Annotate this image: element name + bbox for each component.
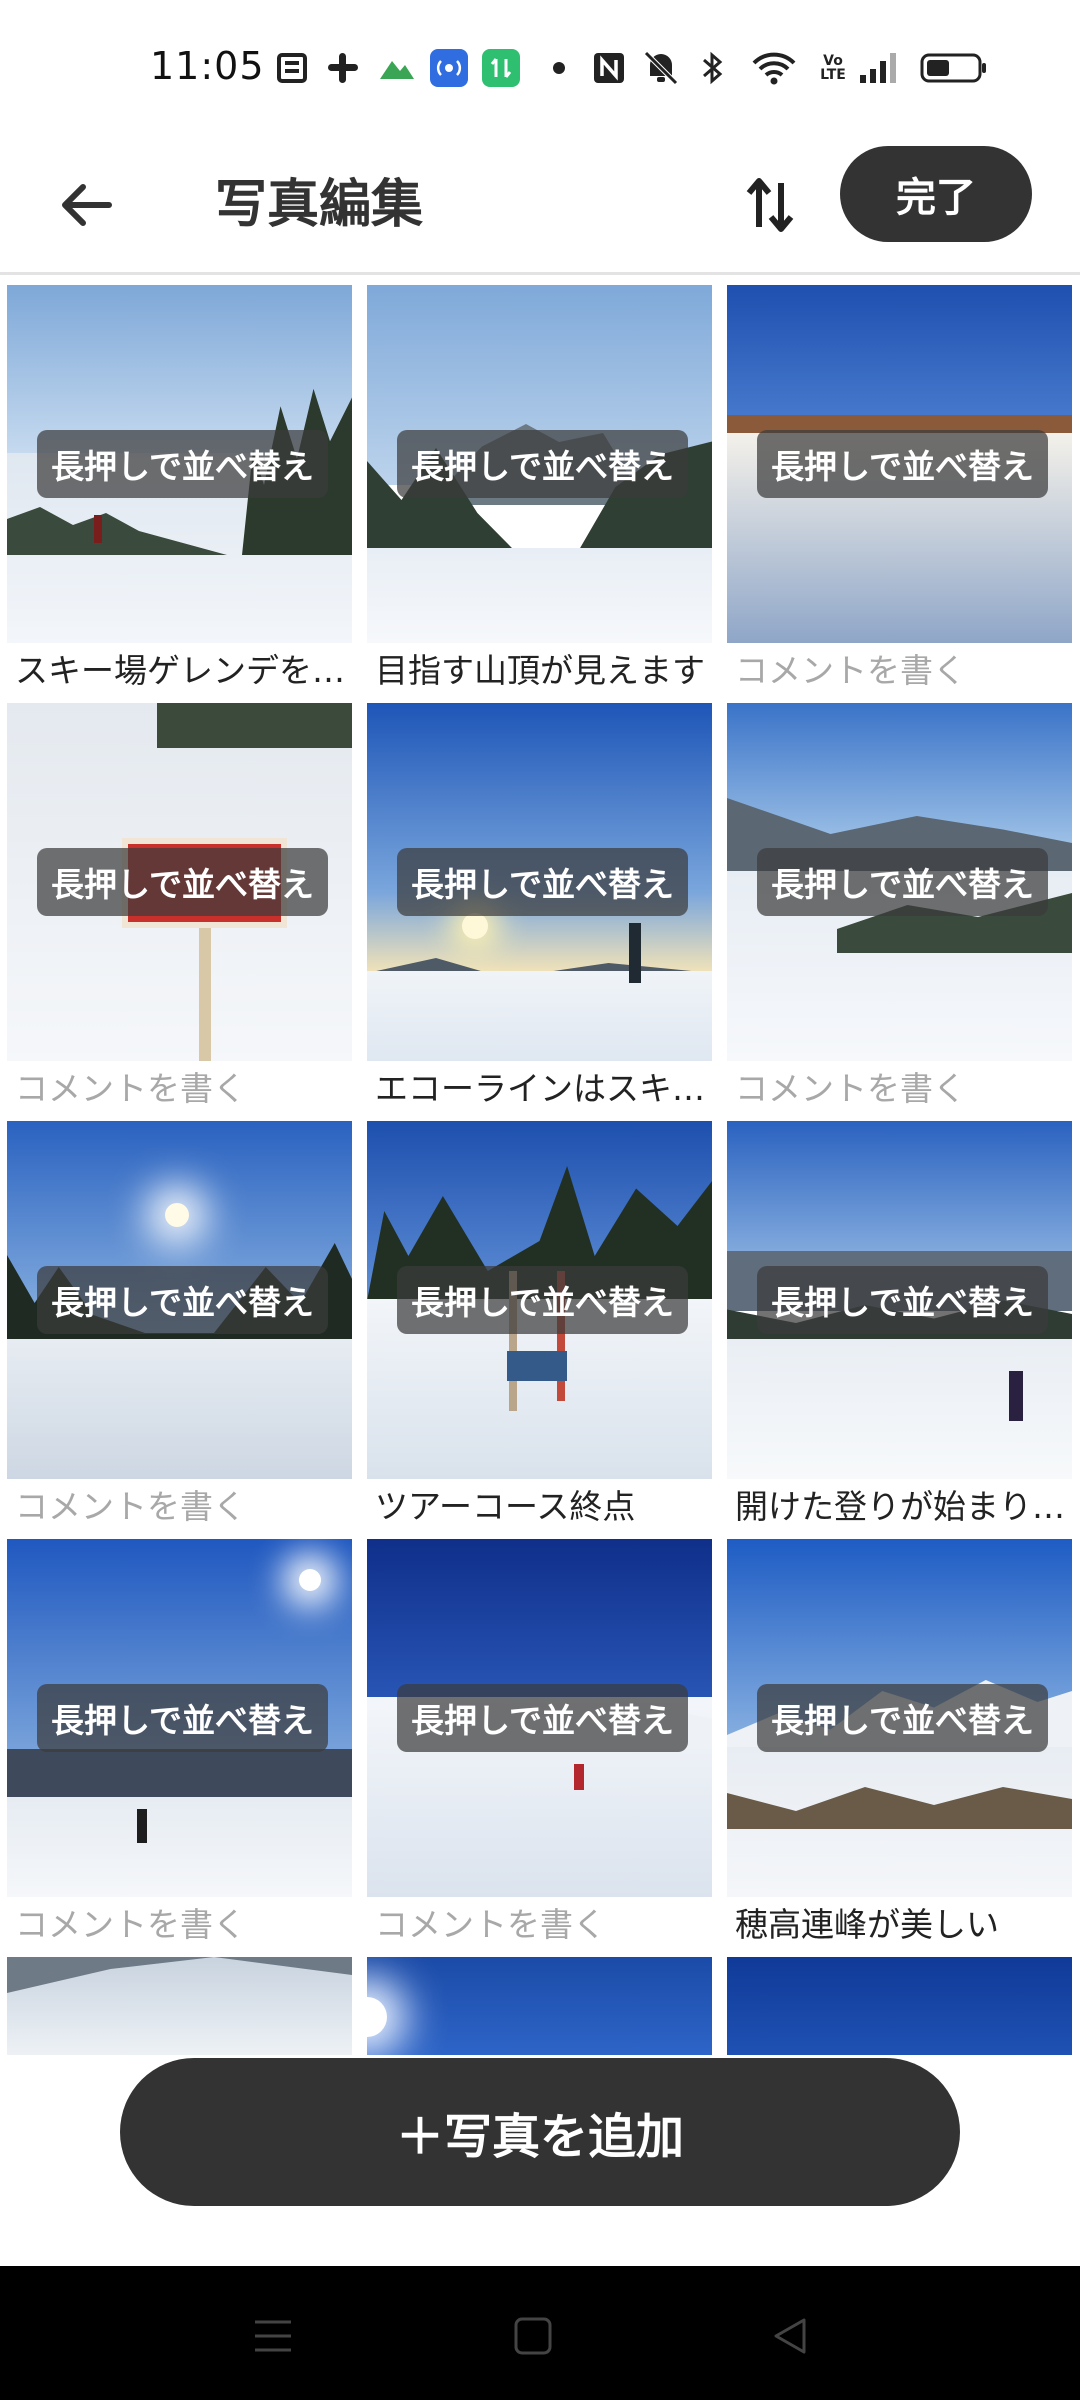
page-title: 写真編集 bbox=[215, 175, 424, 235]
data-transfer-icon bbox=[482, 49, 520, 87]
photo-thumbnail[interactable] bbox=[367, 1957, 712, 2055]
photo-thumbnail[interactable] bbox=[7, 1957, 352, 2055]
app-header: 写真編集 完了 bbox=[0, 130, 1080, 275]
mute-icon bbox=[642, 50, 680, 86]
photo-comment[interactable]: 開けた登りが始まり… bbox=[735, 1483, 1075, 1531]
photo-comment-placeholder[interactable]: コメントを書く bbox=[15, 1065, 355, 1113]
photo-comment[interactable]: エコーラインはスキ… bbox=[375, 1065, 715, 1113]
dot-icon bbox=[552, 50, 566, 86]
system-navigation-bar bbox=[0, 2266, 1080, 2400]
photo-comment-placeholder[interactable]: コメントを書く bbox=[15, 1483, 355, 1531]
photo-comment[interactable]: スキー場ゲレンデを… bbox=[15, 647, 355, 695]
volte-icon: Vo LTE bbox=[820, 53, 846, 83]
sort-order-button[interactable] bbox=[725, 160, 815, 250]
long-press-reorder-hint: 長押しで並べ替え bbox=[37, 1684, 329, 1752]
broadcast-icon bbox=[430, 49, 468, 87]
long-press-reorder-hint: 長押しで並べ替え bbox=[757, 848, 1049, 916]
bluetooth-icon bbox=[698, 50, 728, 86]
long-press-reorder-hint: 長押しで並べ替え bbox=[37, 1266, 329, 1334]
home-square-icon bbox=[514, 2317, 552, 2355]
long-press-reorder-hint: 長押しで並べ替え bbox=[397, 1684, 689, 1752]
back-button[interactable] bbox=[40, 160, 130, 250]
long-press-reorder-hint: 長押しで並べ替え bbox=[37, 848, 329, 916]
photo-comment[interactable]: 穂高連峰が美しい bbox=[735, 1901, 1075, 1949]
menu-icon bbox=[255, 2320, 291, 2352]
photo-comment[interactable]: ツアーコース終点 bbox=[375, 1483, 715, 1531]
arrow-left-icon bbox=[62, 184, 112, 226]
long-press-reorder-hint: 長押しで並べ替え bbox=[397, 430, 689, 498]
sort-arrows-icon bbox=[746, 178, 794, 232]
home-nav-button[interactable] bbox=[493, 2296, 573, 2376]
wifi-icon bbox=[752, 50, 796, 86]
mountain-icon bbox=[378, 50, 416, 86]
long-press-reorder-hint: 長押しで並べ替え bbox=[757, 430, 1049, 498]
long-press-reorder-hint: 長押しで並べ替え bbox=[397, 848, 689, 916]
long-press-reorder-hint: 長押しで並べ替え bbox=[757, 1266, 1049, 1334]
status-bar: 11:05 Vo LTE bbox=[0, 0, 1080, 130]
photo-grid: 長押しで並べ替え スキー場ゲレンデを… 長押しで並べ替え 目指す山頂が見えます … bbox=[0, 285, 1080, 2055]
photo-comment-placeholder[interactable]: コメントを書く bbox=[375, 1901, 715, 1949]
long-press-reorder-hint: 長押しで並べ替え bbox=[37, 430, 329, 498]
back-nav-button[interactable] bbox=[750, 2296, 830, 2376]
status-time: 11:05 bbox=[150, 44, 265, 88]
photo-comment-placeholder[interactable]: コメントを書く bbox=[735, 1065, 1075, 1113]
photo-thumbnail[interactable] bbox=[727, 1957, 1072, 2055]
nfc-icon bbox=[592, 50, 626, 86]
add-photo-button[interactable]: ＋写真を追加 bbox=[120, 2058, 960, 2206]
slack-icon bbox=[326, 50, 360, 86]
photo-comment-placeholder[interactable]: コメントを書く bbox=[735, 647, 1075, 695]
battery-icon bbox=[920, 50, 988, 86]
menu-nav-button[interactable] bbox=[233, 2296, 313, 2376]
photo-comment-placeholder[interactable]: コメントを書く bbox=[15, 1901, 355, 1949]
done-button[interactable]: 完了 bbox=[840, 146, 1032, 242]
photo-comment[interactable]: 目指す山頂が見えます bbox=[375, 647, 715, 695]
newspaper-icon bbox=[276, 50, 310, 86]
back-triangle-icon bbox=[774, 2318, 806, 2354]
signal-icon bbox=[858, 50, 898, 86]
long-press-reorder-hint: 長押しで並べ替え bbox=[757, 1684, 1049, 1752]
long-press-reorder-hint: 長押しで並べ替え bbox=[397, 1266, 689, 1334]
